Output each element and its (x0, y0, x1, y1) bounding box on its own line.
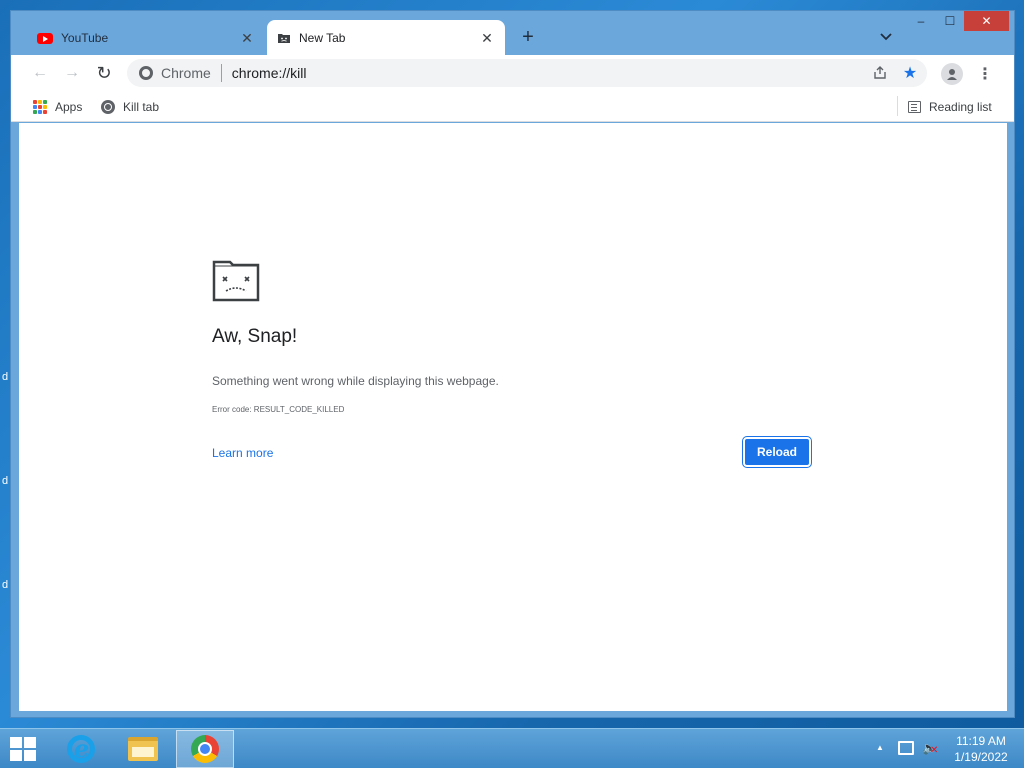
tab-title: New Tab (299, 31, 346, 45)
tab-strip: YouTube ✕ New Tab ✕ + – ☐ ✕ (11, 11, 1014, 56)
new-tab-button[interactable]: + (517, 26, 539, 48)
desktop-icon-label[interactable]: d (2, 371, 8, 383)
back-button[interactable]: ← (29, 62, 51, 84)
desktop-icon-label[interactable]: d (2, 579, 8, 591)
taskbar-app-ie[interactable] (52, 730, 110, 768)
chrome-site-icon[interactable] (139, 66, 153, 80)
omnibox-divider (220, 64, 222, 82)
address-bar[interactable]: Chrome chrome://kill ★ (127, 59, 927, 87)
desktop-icon-label[interactable]: d (2, 475, 8, 487)
youtube-icon (37, 32, 53, 44)
browser-window: YouTube ✕ New Tab ✕ + – ☐ ✕ ← → ↻ Chrome (10, 10, 1015, 718)
bookmark-star-button[interactable]: ★ (899, 62, 921, 84)
browser-toolbar: ← → ↻ Chrome chrome://kill ★ ⋮ (11, 55, 1014, 91)
reading-list-icon (908, 101, 921, 113)
reload-button[interactable]: ↻ (93, 62, 115, 84)
reading-list-button[interactable]: Reading list (908, 97, 992, 117)
bookmark-apps[interactable]: Apps (33, 97, 82, 117)
clock[interactable]: 11:19 AM 1/19/2022 (950, 733, 1012, 765)
profile-button[interactable] (941, 63, 963, 85)
url-text[interactable]: chrome://kill (232, 65, 869, 81)
taskbar-app-chrome[interactable] (176, 730, 234, 768)
show-hidden-icons-button[interactable]: ▲ (876, 743, 884, 752)
person-icon (947, 69, 957, 80)
chrome-icon (191, 735, 219, 763)
clock-time: 11:19 AM (956, 734, 1006, 748)
sad-tab-icon (278, 34, 290, 43)
globe-icon (101, 100, 115, 114)
folder-icon (128, 737, 158, 761)
sad-folder-icon (212, 260, 260, 302)
learn-more-link[interactable]: Learn more (212, 446, 273, 460)
share-button[interactable] (869, 62, 891, 84)
minimize-button[interactable]: – (907, 11, 935, 31)
close-window-button[interactable]: ✕ (964, 11, 1009, 31)
network-icon[interactable] (898, 741, 914, 755)
taskbar-app-file-explorer[interactable] (114, 730, 172, 768)
bookmarks-bar: Apps Kill tab Reading list (11, 91, 1014, 122)
taskbar: ▲ 🔈✕ 11:19 AM 1/19/2022 (0, 728, 1024, 768)
volume-muted-icon[interactable]: 🔈 ✕ (922, 741, 938, 756)
maximize-button[interactable]: ☐ (937, 11, 963, 31)
menu-button[interactable]: ⋮ (975, 63, 995, 85)
error-message: Something went wrong while displaying th… (212, 374, 499, 388)
reading-list-label: Reading list (929, 100, 992, 114)
page-content: Aw, Snap! Something went wrong while dis… (19, 123, 1007, 711)
bookmarks-divider (897, 96, 898, 116)
error-title: Aw, Snap! (212, 326, 298, 347)
close-tab-icon[interactable]: ✕ (479, 30, 495, 46)
tab-youtube[interactable]: YouTube ✕ (27, 20, 265, 56)
tab-title: YouTube (61, 31, 109, 45)
site-chip[interactable]: Chrome (161, 65, 211, 81)
bookmark-label: Kill tab (123, 100, 160, 114)
tab-search-button[interactable] (875, 26, 897, 48)
bookmark-label: Apps (55, 100, 83, 114)
reload-page-button[interactable]: Reload (742, 436, 812, 468)
tab-new-tab[interactable]: New Tab ✕ (267, 20, 505, 56)
share-icon (874, 66, 886, 79)
apps-grid-icon (33, 100, 47, 114)
start-button[interactable] (10, 737, 38, 761)
close-tab-icon[interactable]: ✕ (239, 30, 255, 46)
forward-button[interactable]: → (61, 62, 83, 84)
error-code: Error code: RESULT_CODE_KILLED (212, 405, 345, 414)
ie-icon (67, 734, 95, 763)
chevron-down-icon (880, 33, 892, 41)
bookmark-kill-tab[interactable]: Kill tab (101, 97, 159, 117)
clock-date: 1/19/2022 (954, 750, 1008, 764)
